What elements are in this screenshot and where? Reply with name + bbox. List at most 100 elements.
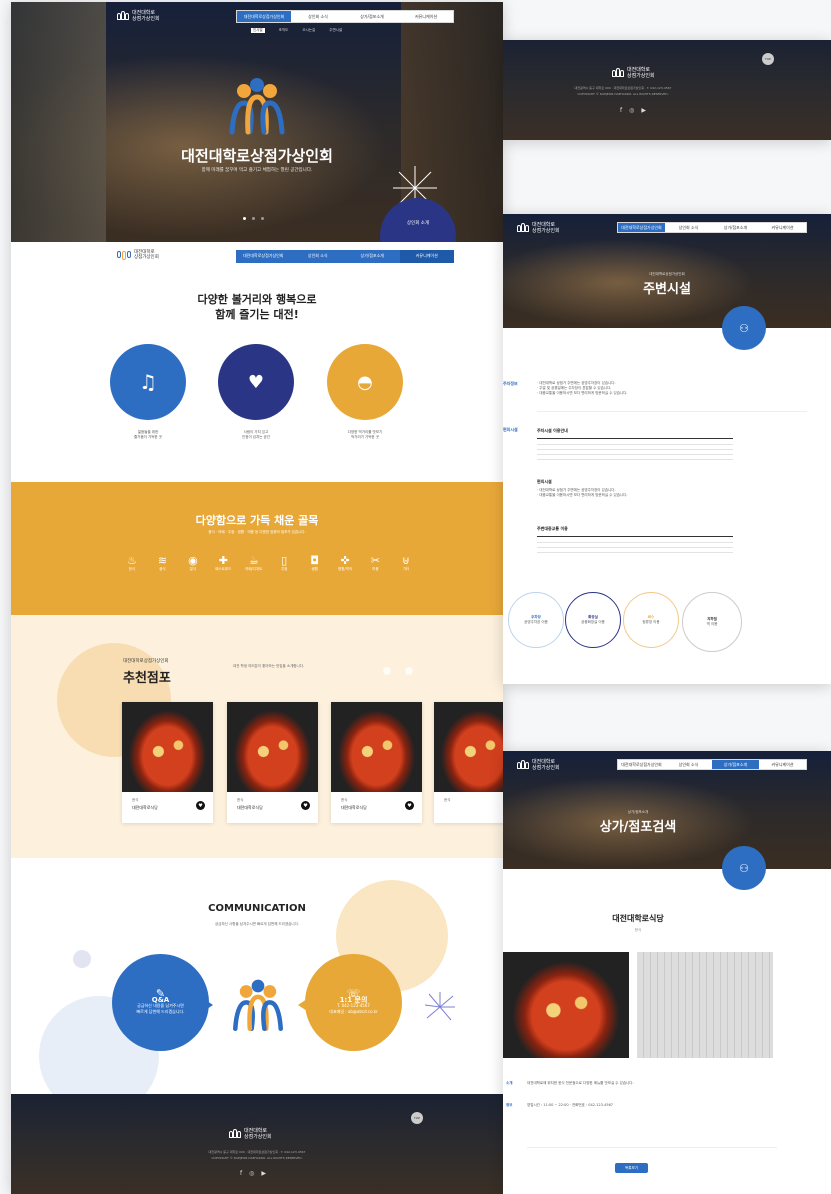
top-button[interactable]: TOP xyxy=(762,53,774,65)
facility-bullets: · 대전대학로 상점가 주변에는 공영주차장이 있습니다. · 주말 및 공휴일… xyxy=(537,381,807,396)
category-title: 다양함으로 가득 채운 골목 xyxy=(195,514,319,527)
logo-figures-icon xyxy=(117,250,131,260)
instagram-icon[interactable]: ◎ xyxy=(249,1170,254,1177)
youtube-icon[interactable]: ▶ xyxy=(261,1170,266,1177)
feature-circle-1[interactable]: ♫ xyxy=(110,344,186,420)
sub-nav-location[interactable]: 오시는길 xyxy=(302,28,315,33)
category-item[interactable]: ✜ 병원/약국 xyxy=(332,554,358,572)
category-item[interactable]: ✂ 미용 xyxy=(363,554,389,572)
nav-item-stores[interactable]: 상가/점포소개 xyxy=(345,250,400,263)
store-photo xyxy=(122,702,213,792)
sub-nav-org[interactable]: 조직도 xyxy=(279,28,289,33)
youtube-icon[interactable]: ▶ xyxy=(641,107,646,114)
category-label: 미용 xyxy=(372,567,379,571)
hero-slide-dots[interactable] xyxy=(243,217,264,220)
facility-sec2-label: 편의시설 xyxy=(503,427,518,432)
slide-dot[interactable] xyxy=(252,217,255,220)
store-card[interactable]: 한식 대전대학로식당 ♥ xyxy=(227,702,318,823)
store-category: 한식 xyxy=(132,798,139,802)
facility-sub1: 편의시설 xyxy=(537,479,552,484)
qa-bubble[interactable]: ✎ Q&A 궁금하신 내용을 남겨주시면 빠르게 답변해 드리겠습니다. xyxy=(112,954,209,1051)
recommend-prev-button[interactable] xyxy=(383,667,391,675)
category-label: 주점 xyxy=(280,567,288,571)
category-item[interactable]: ◉ 일식 xyxy=(180,554,206,572)
category-label: 패스트푸드 xyxy=(215,567,232,571)
store-card[interactable]: 한식 대전대학로식당 ♥ xyxy=(331,702,422,823)
top-button[interactable]: TOP xyxy=(411,1112,423,1124)
feature-caption-line1: 젊음들을 위한 xyxy=(137,430,159,434)
noodle-icon: ≋ xyxy=(157,554,168,567)
dish-icon: ◓ xyxy=(357,371,373,393)
nav-item-news[interactable]: 상인회 소식 xyxy=(291,250,346,263)
nav-item-stores[interactable]: 상가/점포소개 xyxy=(712,760,759,769)
footer-address: 대전광역시 동구 대학로 000 · 대전대학로상점가상인회 · T. 042-… xyxy=(208,1150,306,1154)
header-logo[interactable]: 대전대학로 상점가상인회 xyxy=(517,222,560,234)
feature-circle-3[interactable]: ◓ xyxy=(327,344,403,420)
nav-item-community[interactable]: 커뮤니케이션 xyxy=(399,11,453,22)
category-list: ♨ 한식 ≋ 중식 ◉ 일식 ✚ 패스트푸드 ☕ 카페/디저트 ▯ 주점 ◘ 생활 ✜ 병원/약… xyxy=(119,554,419,572)
footer-logo: 대전대학로 상점가상인회 xyxy=(612,67,655,79)
nav-item-news[interactable]: 상인회 소식 xyxy=(665,223,712,232)
store-hero-title: 상가/점포검색 xyxy=(599,820,677,835)
nav-item-association[interactable]: 대전대학로상점가상인회 xyxy=(618,223,665,232)
category-item[interactable]: ⊎ 기타 xyxy=(393,554,419,572)
category-item[interactable]: ♨ 한식 xyxy=(119,554,145,572)
facebook-icon[interactable]: f xyxy=(240,1170,242,1177)
intro-title-line2: 함께 즐기는 대전! xyxy=(215,308,299,321)
heart-icon[interactable]: ♥ xyxy=(196,801,205,810)
feature-caption-line2: 즐거움이 가득한 곳 xyxy=(134,435,162,439)
store-info2: 영업시간 : 11:00 ~ 22:00 · 전화번호 : 042-123-45… xyxy=(527,1103,614,1107)
chat-bubble[interactable]: ☏ 1:1 문의 T. 042-123-4567 대표메일 : ab@abcd.… xyxy=(305,954,402,1051)
category-subtitle: 음식 · 카페 · 주점 · 생활 · 미용 등 다양한 업종의 점포가 있습니… xyxy=(208,530,306,534)
category-item[interactable]: ☕ 카페/디저트 xyxy=(241,554,267,572)
heart-icon[interactable]: ♥ xyxy=(405,801,414,810)
feature-circle-2[interactable]: ♥ xyxy=(218,344,294,420)
category-item[interactable]: ▯ 주점 xyxy=(271,554,297,572)
logo-line2: 상점가상인회 xyxy=(627,73,655,79)
feature-caption-3: 다양한 먹거리를 맛보기 먹거리가 가득한 곳 xyxy=(327,430,403,440)
guitar-icon: ♫ xyxy=(139,370,157,394)
category-item[interactable]: ◘ 생활 xyxy=(302,554,328,572)
nav-item-association[interactable]: 대전대학로상점가상인회 xyxy=(236,250,291,263)
category-label: 일식 xyxy=(189,567,197,571)
nav-item-community[interactable]: 커뮤니케이션 xyxy=(759,760,806,769)
nav-item-community[interactable]: 커뮤니케이션 xyxy=(399,250,454,263)
divider xyxy=(537,411,807,412)
nav-item-community[interactable]: 커뮤니케이션 xyxy=(759,223,806,232)
sub-nav-greeting[interactable]: 인사말 xyxy=(251,28,265,33)
store-card[interactable]: 한식 대전대학로식당 ♥ xyxy=(122,702,213,823)
header-logo[interactable]: 대전대학로 상점가상인회 xyxy=(117,10,160,22)
facility-circle-body: 정류장 이용 xyxy=(642,620,660,624)
people-icon: ⚇ xyxy=(739,321,749,335)
nav-item-stores[interactable]: 상가/점포소개 xyxy=(712,223,759,232)
category-item[interactable]: ✚ 패스트푸드 xyxy=(210,554,236,572)
nav-item-association[interactable]: 대전대학로상점가상인회 xyxy=(618,760,665,769)
facebook-icon[interactable]: f xyxy=(620,107,622,114)
category-item[interactable]: ≋ 중식 xyxy=(149,554,175,572)
recommend-kicker: 대전대학로상점가상인회 xyxy=(123,659,169,664)
header-logo[interactable]: 대전대학로 상점가상인회 xyxy=(517,759,560,771)
facility-kicker: 대전대학로상점가상인회 xyxy=(649,272,685,276)
cross-icon: ✜ xyxy=(340,554,350,567)
list-button[interactable]: 목록보기 xyxy=(615,1163,648,1173)
street-left-wall xyxy=(11,2,106,242)
slide-dot[interactable] xyxy=(261,217,264,220)
feature-caption-line2: 먹거리가 가득한 곳 xyxy=(351,435,379,439)
recommend-next-button[interactable] xyxy=(405,667,413,675)
slide-dot[interactable] xyxy=(243,217,246,220)
instagram-icon[interactable]: ◎ xyxy=(629,107,634,114)
nav-item-association[interactable]: 대전대학로상점가상인회 xyxy=(237,11,291,22)
store-card[interactable]: 한식 xyxy=(434,702,503,823)
store-photo-food xyxy=(503,952,629,1058)
brand-emblem-icon xyxy=(233,979,283,1031)
sub-nav: 인사말 조직도 오시는길 주변시설 xyxy=(251,28,342,33)
nav-item-news[interactable]: 상인회 소식 xyxy=(665,760,712,769)
nav-item-news[interactable]: 상인회 소식 xyxy=(291,11,345,22)
heart-icon[interactable]: ♥ xyxy=(301,801,310,810)
store-photo xyxy=(227,702,318,792)
footer-address: 대전광역시 동구 대학로 000 · 대전대학로상점가상인회 · T. 042-… xyxy=(574,86,672,90)
store-name: 대전대학로식당 xyxy=(132,805,158,810)
nav-item-stores[interactable]: 상가/점포소개 xyxy=(345,11,399,22)
header-logo-dark[interactable]: 대전대학로 상점가상인회 xyxy=(117,250,159,260)
sub-nav-facility[interactable]: 주변시설 xyxy=(329,28,342,33)
